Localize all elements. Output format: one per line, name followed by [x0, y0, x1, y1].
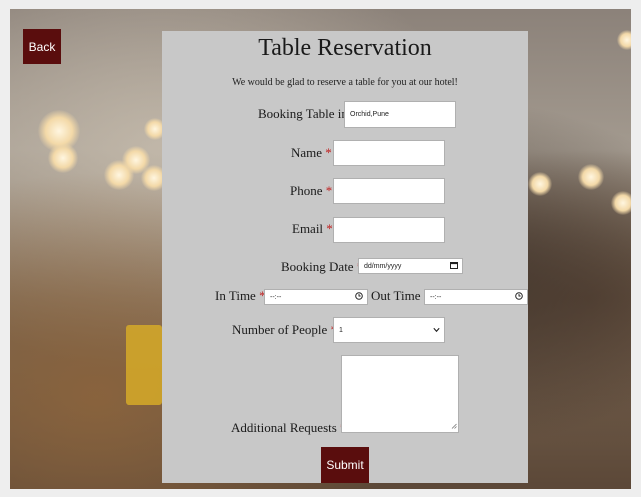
background-light: [578, 164, 604, 190]
name-label: Name *: [291, 145, 332, 160]
clock-icon[interactable]: [355, 292, 363, 302]
people-label: Number of People *: [232, 322, 337, 338]
email-field[interactable]: [333, 217, 445, 243]
form-subtitle: We would be glad to reserve a table for …: [232, 77, 458, 88]
booking-table-field[interactable]: Orchid,Pune: [344, 101, 456, 128]
required-marker: *: [326, 221, 333, 236]
submit-button[interactable]: Submit: [321, 447, 369, 483]
people-select[interactable]: 1: [333, 317, 445, 343]
back-button[interactable]: Back: [23, 29, 61, 64]
email-label: Email *: [292, 221, 333, 236]
required-marker: *: [325, 145, 332, 160]
background-object: [126, 325, 162, 405]
background-light: [48, 143, 78, 173]
chevron-down-icon: [433, 326, 440, 335]
booking-table-label: Booking Table in: [258, 106, 348, 121]
background-light: [528, 172, 552, 196]
requests-label: Additional Requests *: [231, 420, 347, 436]
resize-handle-icon[interactable]: [451, 423, 457, 431]
out-time-label: Out Time :: [371, 288, 428, 303]
booking-date-label: Booking Date *: [281, 259, 363, 275]
required-marker: *: [325, 183, 333, 198]
requests-textarea[interactable]: [341, 355, 459, 433]
booking-date-field[interactable]: dd/mm/yyyy: [358, 258, 463, 274]
out-time-field[interactable]: --:--: [424, 289, 528, 305]
clock-icon[interactable]: [515, 292, 523, 302]
background-light: [611, 191, 635, 215]
phone-field[interactable]: [333, 178, 445, 204]
phone-label: Phone *: [290, 183, 333, 198]
reservation-form: Table Reservation We would be glad to re…: [162, 31, 528, 483]
name-field[interactable]: [333, 140, 445, 166]
in-time-field[interactable]: --:--: [264, 289, 368, 305]
background-light: [617, 30, 637, 50]
in-time-label: In Time *: [215, 288, 266, 303]
page-title: Table Reservation: [258, 35, 432, 61]
calendar-icon[interactable]: [450, 261, 458, 271]
